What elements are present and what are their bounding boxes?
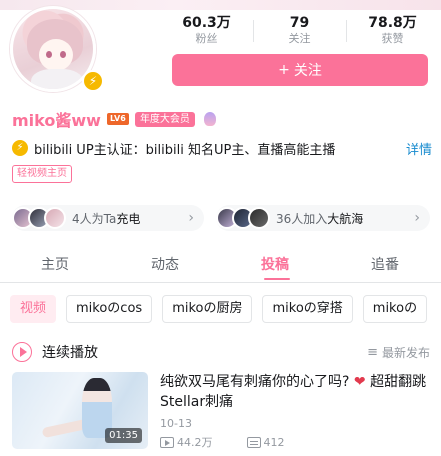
guard-avatars bbox=[216, 207, 270, 229]
avatar bbox=[44, 207, 66, 229]
chevron-right-icon: › bbox=[188, 210, 194, 226]
guard-pill[interactable]: 36人加入大航海 › bbox=[216, 205, 430, 231]
video-date: 10-13 bbox=[160, 417, 192, 430]
stat-label: 粉丝 bbox=[195, 32, 218, 45]
chip-video[interactable]: 视频 bbox=[10, 295, 57, 323]
stat-label: 获赞 bbox=[381, 32, 404, 45]
plus-icon: + bbox=[278, 62, 290, 78]
medal-icon[interactable] bbox=[201, 110, 219, 128]
stat-likes[interactable]: 78.8万 获赞 bbox=[346, 14, 439, 48]
active-tab-indicator bbox=[264, 278, 290, 280]
charger-avatars bbox=[12, 207, 66, 229]
stat-value: 78.8万 bbox=[368, 15, 417, 31]
tab-dynamic[interactable]: 动态 bbox=[110, 254, 220, 280]
chip-cos[interactable]: mikoのcos bbox=[66, 295, 153, 323]
avatar[interactable]: ⚡ bbox=[10, 6, 104, 92]
chip-more[interactable]: mikoの bbox=[362, 295, 428, 323]
vip-badge[interactable]: 年度大会员 bbox=[134, 111, 195, 127]
tab-home[interactable]: 主页 bbox=[0, 254, 110, 280]
certification-row: ⚡ bilibili UP主认证：bilibili 知名UP主、直播高能主播 详… bbox=[12, 138, 432, 158]
video-views: 44.2万 bbox=[177, 436, 213, 449]
stat-value: 60.3万 bbox=[182, 15, 231, 31]
stats-bar: 60.3万 粉丝 79 关注 78.8万 获赞 bbox=[160, 14, 440, 48]
guard-text: 36人加入大航海 bbox=[276, 211, 364, 226]
video-meta: 44.2万 412 bbox=[160, 434, 285, 450]
avatar bbox=[248, 207, 270, 229]
tab-uploads[interactable]: 投稿 bbox=[220, 254, 330, 280]
certification-details-link[interactable]: 详情 bbox=[406, 139, 432, 158]
profile-tabs: 主页 动态 投稿 追番 bbox=[0, 254, 441, 280]
chip-kitchen[interactable]: mikoの厨房 bbox=[162, 295, 253, 323]
certification-text: bilibili UP主认证：bilibili 知名UP主、直播高能主播 bbox=[34, 142, 336, 158]
video-danmaku-count: 412 bbox=[263, 435, 285, 449]
name-row: miko酱ww LV6 年度大会员 bbox=[12, 108, 219, 130]
category-chips: 视频 mikoのcos mikoの厨房 mikoの穿搭 mikoの bbox=[10, 295, 428, 323]
short-video-home-tag[interactable]: 轻视频主页 bbox=[12, 165, 72, 183]
username: miko酱ww bbox=[12, 111, 101, 130]
stat-following[interactable]: 79 关注 bbox=[253, 14, 346, 48]
play-circle-icon[interactable] bbox=[12, 342, 32, 362]
continuous-play-label[interactable]: 连续播放 bbox=[42, 342, 367, 362]
follow-button[interactable]: + 关注 bbox=[172, 54, 428, 86]
charge-pill[interactable]: 4人为Ta充电 › bbox=[12, 205, 204, 231]
video-thumbnail[interactable]: 01:35 bbox=[12, 372, 148, 449]
stat-label: 关注 bbox=[288, 32, 311, 45]
divider bbox=[0, 282, 441, 283]
heart-icon: ❤ bbox=[353, 374, 366, 390]
lightning-icon: ⚡ bbox=[82, 70, 104, 92]
stat-value: 79 bbox=[289, 15, 310, 31]
chip-outfit[interactable]: mikoの穿搭 bbox=[262, 295, 353, 323]
play-count-icon bbox=[160, 436, 174, 448]
chevron-right-icon: › bbox=[414, 210, 420, 226]
danmaku-icon bbox=[246, 436, 261, 448]
sort-latest-label[interactable]: 最新发布 bbox=[382, 344, 430, 361]
lightning-icon: ⚡ bbox=[12, 140, 28, 156]
continuous-play-row: 连续播放 ≡ 最新发布 bbox=[12, 340, 430, 364]
video-title[interactable]: 纯欲双马尾有刺痛你的心了吗? ❤ 超甜翻跳Stellar刺痛 bbox=[160, 372, 432, 412]
level-badge: LV6 bbox=[106, 113, 129, 125]
tab-bangumi[interactable]: 追番 bbox=[330, 254, 440, 280]
stat-fans[interactable]: 60.3万 粉丝 bbox=[160, 14, 253, 48]
charge-text: 4人为Ta充电 bbox=[72, 211, 141, 226]
video-duration: 01:35 bbox=[105, 428, 142, 443]
sort-icon[interactable]: ≡ bbox=[367, 345, 378, 360]
follow-label: 关注 bbox=[293, 63, 322, 79]
